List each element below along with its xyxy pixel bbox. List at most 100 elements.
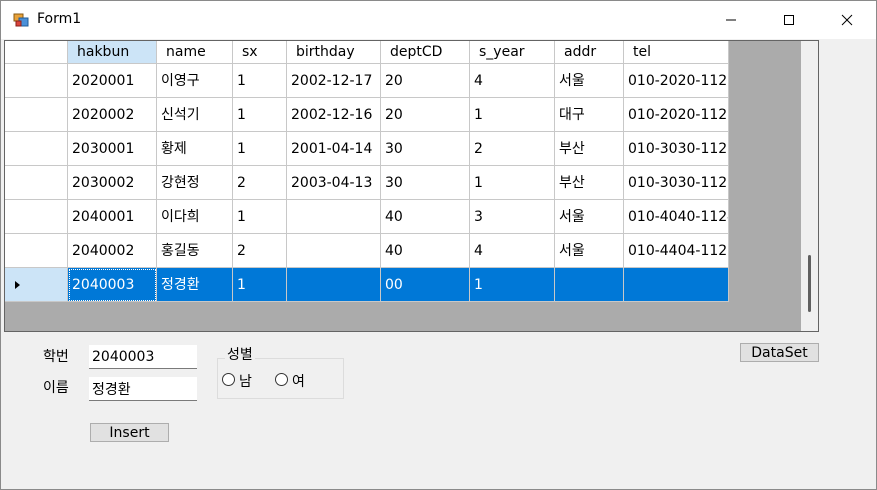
grid-cell[interactable]: 010-4404-1125 [624,234,729,268]
grid-cell[interactable] [287,268,381,302]
grid-cell[interactable]: 2030001 [68,132,157,166]
table-row-selected[interactable]: 2040003 정경환 1 00 1 [5,268,729,302]
grid-cell[interactable]: 2 [470,132,555,166]
grid-cell[interactable]: 30 [381,132,470,166]
grid-cell[interactable]: 2040001 [68,200,157,234]
maximize-button[interactable] [760,1,818,39]
minimize-icon [726,19,736,21]
row-header[interactable] [5,200,68,234]
vertical-scrollbar[interactable] [801,41,818,331]
grid-cell[interactable]: 황제 [157,132,233,166]
grid-cell[interactable]: 이다희 [157,200,233,234]
grid-cell[interactable]: 부산 [555,132,624,166]
grid-cell[interactable]: 1 [233,200,287,234]
grid-cell[interactable]: 30 [381,166,470,200]
row-header[interactable] [5,64,68,98]
close-icon [841,14,853,26]
male-radio[interactable] [222,373,235,386]
table-row[interactable]: 2040002 홍길동 2 40 4 서울 010-4404-1125 [5,234,729,268]
grid-cell[interactable]: 서울 [555,200,624,234]
minimize-button[interactable] [702,1,760,39]
row-header-current[interactable] [5,268,68,302]
close-button[interactable] [818,1,876,39]
grid-cell[interactable]: 1 [470,98,555,132]
grid-cell[interactable]: 010-3030-1123 [624,166,729,200]
name-input[interactable] [89,377,197,401]
grid-cell[interactable]: 부산 [555,166,624,200]
grid-cell-current[interactable]: 2040003 [68,268,157,302]
hakbun-input[interactable] [89,345,197,369]
grid-cell[interactable]: 2020002 [68,98,157,132]
row-header[interactable] [5,98,68,132]
grid-cell[interactable]: 서울 [555,64,624,98]
insert-button[interactable]: Insert [90,423,169,442]
name-label: 이름 [43,380,69,396]
female-radio-label[interactable]: 여 [292,371,305,391]
column-header[interactable]: hakbun [68,41,157,64]
grid-cell[interactable]: 1 [233,64,287,98]
grid-cell[interactable]: 2030002 [68,166,157,200]
main-window: Form1 hakbun name sx birthday deptCD s_y… [0,0,877,490]
grid-cell[interactable]: 서울 [555,234,624,268]
grid-cell[interactable]: 4 [470,234,555,268]
grid-cell[interactable]: 2003-04-13 [287,166,381,200]
window-title: Form1 [37,11,82,27]
grid-cell[interactable]: 정경환 [157,268,233,302]
grid-cell[interactable] [555,268,624,302]
column-header[interactable]: addr [555,41,624,64]
female-radio[interactable] [275,373,288,386]
grid-cell[interactable]: 2002-12-17 [287,64,381,98]
grid-cell[interactable] [624,268,729,302]
column-header[interactable]: s_year [470,41,555,64]
data-grid-view[interactable]: hakbun name sx birthday deptCD s_year ad… [4,40,819,332]
grid-cell[interactable]: 40 [381,200,470,234]
hakbun-label: 학번 [43,349,69,365]
column-header[interactable]: deptCD [381,41,470,64]
column-header[interactable]: name [157,41,233,64]
grid-cell[interactable]: 010-3030-1122 [624,132,729,166]
column-header[interactable]: sx [233,41,287,64]
grid-cell[interactable]: 신석기 [157,98,233,132]
grid-cell[interactable]: 홍길동 [157,234,233,268]
row-header[interactable] [5,132,68,166]
row-header[interactable] [5,166,68,200]
grid-cell[interactable]: 00 [381,268,470,302]
grid-cell[interactable]: 2 [233,234,287,268]
grid-cell[interactable]: 1 [233,132,287,166]
grid-cell[interactable]: 2020001 [68,64,157,98]
grid-cell[interactable]: 1 [470,268,555,302]
grid-cell[interactable]: 2040002 [68,234,157,268]
column-header[interactable]: tel [624,41,729,64]
grid-cell[interactable]: 20 [381,64,470,98]
table-row[interactable]: 2020001 이영구 1 2002-12-17 20 4 서울 010-202… [5,64,729,98]
grid-cell[interactable]: 이영구 [157,64,233,98]
column-header[interactable]: birthday [287,41,381,64]
grid-cell[interactable]: 40 [381,234,470,268]
table-row[interactable]: 2040001 이다희 1 40 3 서울 010-4040-1124 [5,200,729,234]
grid-cell[interactable]: 1 [470,166,555,200]
table-row[interactable]: 2020002 신석기 1 2002-12-16 20 1 대구 010-202… [5,98,729,132]
table-row[interactable]: 2030001 황제 1 2001-04-14 30 2 부산 010-3030… [5,132,729,166]
male-radio-label[interactable]: 남 [239,371,252,391]
grid-cell[interactable]: 대구 [555,98,624,132]
grid-cell[interactable] [287,234,381,268]
grid-cell[interactable]: 1 [233,98,287,132]
grid-cell[interactable]: 20 [381,98,470,132]
grid-cell[interactable]: 2002-12-16 [287,98,381,132]
grid-cell[interactable]: 010-2020-1120 [624,64,729,98]
grid-cell[interactable]: 3 [470,200,555,234]
title-bar[interactable]: Form1 [1,1,876,39]
grid-cell[interactable]: 강현정 [157,166,233,200]
scrollbar-thumb[interactable] [808,255,811,312]
table-row[interactable]: 2030002 강현정 2 2003-04-13 30 1 부산 010-303… [5,166,729,200]
grid-cell[interactable]: 010-2020-1121 [624,98,729,132]
grid-cell[interactable]: 1 [233,268,287,302]
grid-cell[interactable]: 2 [233,166,287,200]
row-header[interactable] [5,234,68,268]
grid-cell[interactable] [287,200,381,234]
grid-corner-header[interactable] [5,41,68,64]
grid-cell[interactable]: 2001-04-14 [287,132,381,166]
grid-cell[interactable]: 4 [470,64,555,98]
grid-cell[interactable]: 010-4040-1124 [624,200,729,234]
dataset-button[interactable]: DataSet [740,343,819,362]
